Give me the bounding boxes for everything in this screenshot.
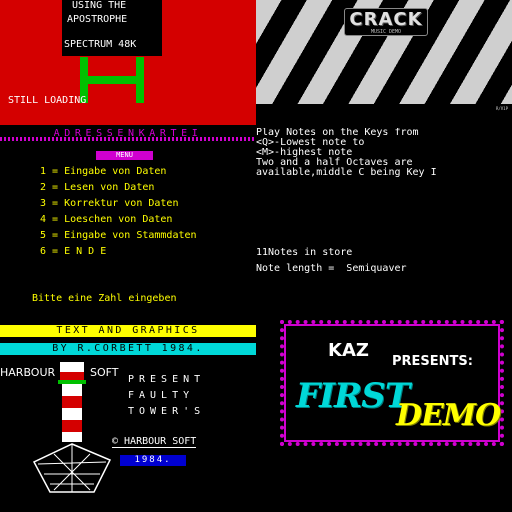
crack-logo-subtitle: MUSIC DEMO (370, 29, 402, 35)
title-bar-cyan-text: BY R.CORBETT 1984. (52, 343, 204, 354)
loading-screen-panel: USING THE APOSTROPHE SPECTRUM 48K STILL … (0, 0, 256, 128)
title-bar-cyan: BY R.CORBETT 1984. (0, 343, 256, 355)
music-instructions-panel: Play Notes on the Keys from <Q>-Lowest n… (256, 128, 512, 320)
presents-label: PRESENTS: (392, 354, 473, 369)
title-bar-yellow-text: TEXT AND GRAPHICS (56, 325, 200, 336)
instruction-line-5: available,middle C being Key I (256, 167, 437, 178)
input-prompt: Bitte eine Zahl eingeben (32, 293, 177, 304)
present-line-2: FAULTY (128, 390, 195, 401)
title-bar-yellow: TEXT AND GRAPHICS (0, 325, 256, 337)
faulty-towers-panel: TEXT AND GRAPHICS BY R.CORBETT 1984. HAR… (0, 320, 256, 512)
loading-status: STILL LOADING (8, 95, 87, 106)
menu-item-5[interactable]: 5 = Eingabe von Stammdaten (40, 230, 197, 241)
title-line-2: APOSTROPHE (67, 14, 128, 25)
crack-demo-panel: CRACK MUSIC DEMO R/V1P (256, 0, 512, 128)
title-line-1: USING THE (72, 0, 127, 11)
notes-in-store: 11Notes in store (256, 247, 353, 258)
note-length: Note length = Semiquaver (256, 263, 407, 274)
menu-item-1[interactable]: 1 = Eingabe von Daten (40, 166, 166, 177)
kaz-title: KAZ (328, 340, 369, 361)
title-line-3: SPECTRUM 48K (64, 39, 137, 50)
demo-word: DEMO (396, 398, 501, 433)
address-menu-panel: ADRESSENKARTEI MENU 1 = Eingabe von Date… (0, 128, 256, 320)
copyright-notice: © HARBOUR SOFT (112, 436, 197, 448)
crack-logo: CRACK MUSIC DEMO (344, 8, 428, 36)
dotted-divider (0, 137, 256, 141)
present-line-3: TOWER'S (128, 406, 206, 417)
present-line-1: PRESENT (128, 374, 206, 385)
lighthouse-icon (32, 362, 112, 493)
year-badge: 1984. (120, 455, 186, 466)
menu-label: MENU (96, 151, 153, 160)
menu-item-2[interactable]: 2 = Lesen von Daten (40, 182, 154, 193)
first-word: FIRST (296, 376, 410, 416)
crack-logo-text: CRACK (349, 9, 423, 30)
kaz-demo-panel: KAZ PRESENTS: FIRST DEMO (256, 320, 512, 512)
menu-item-6[interactable]: 6 = E N D E (40, 246, 106, 257)
menu-item-4[interactable]: 4 = Loeschen von Daten (40, 214, 172, 225)
goal-post-bar (80, 76, 144, 84)
corner-credit: R/V1P (495, 106, 508, 111)
menu-item-3[interactable]: 3 = Korrektur von Daten (40, 198, 178, 209)
